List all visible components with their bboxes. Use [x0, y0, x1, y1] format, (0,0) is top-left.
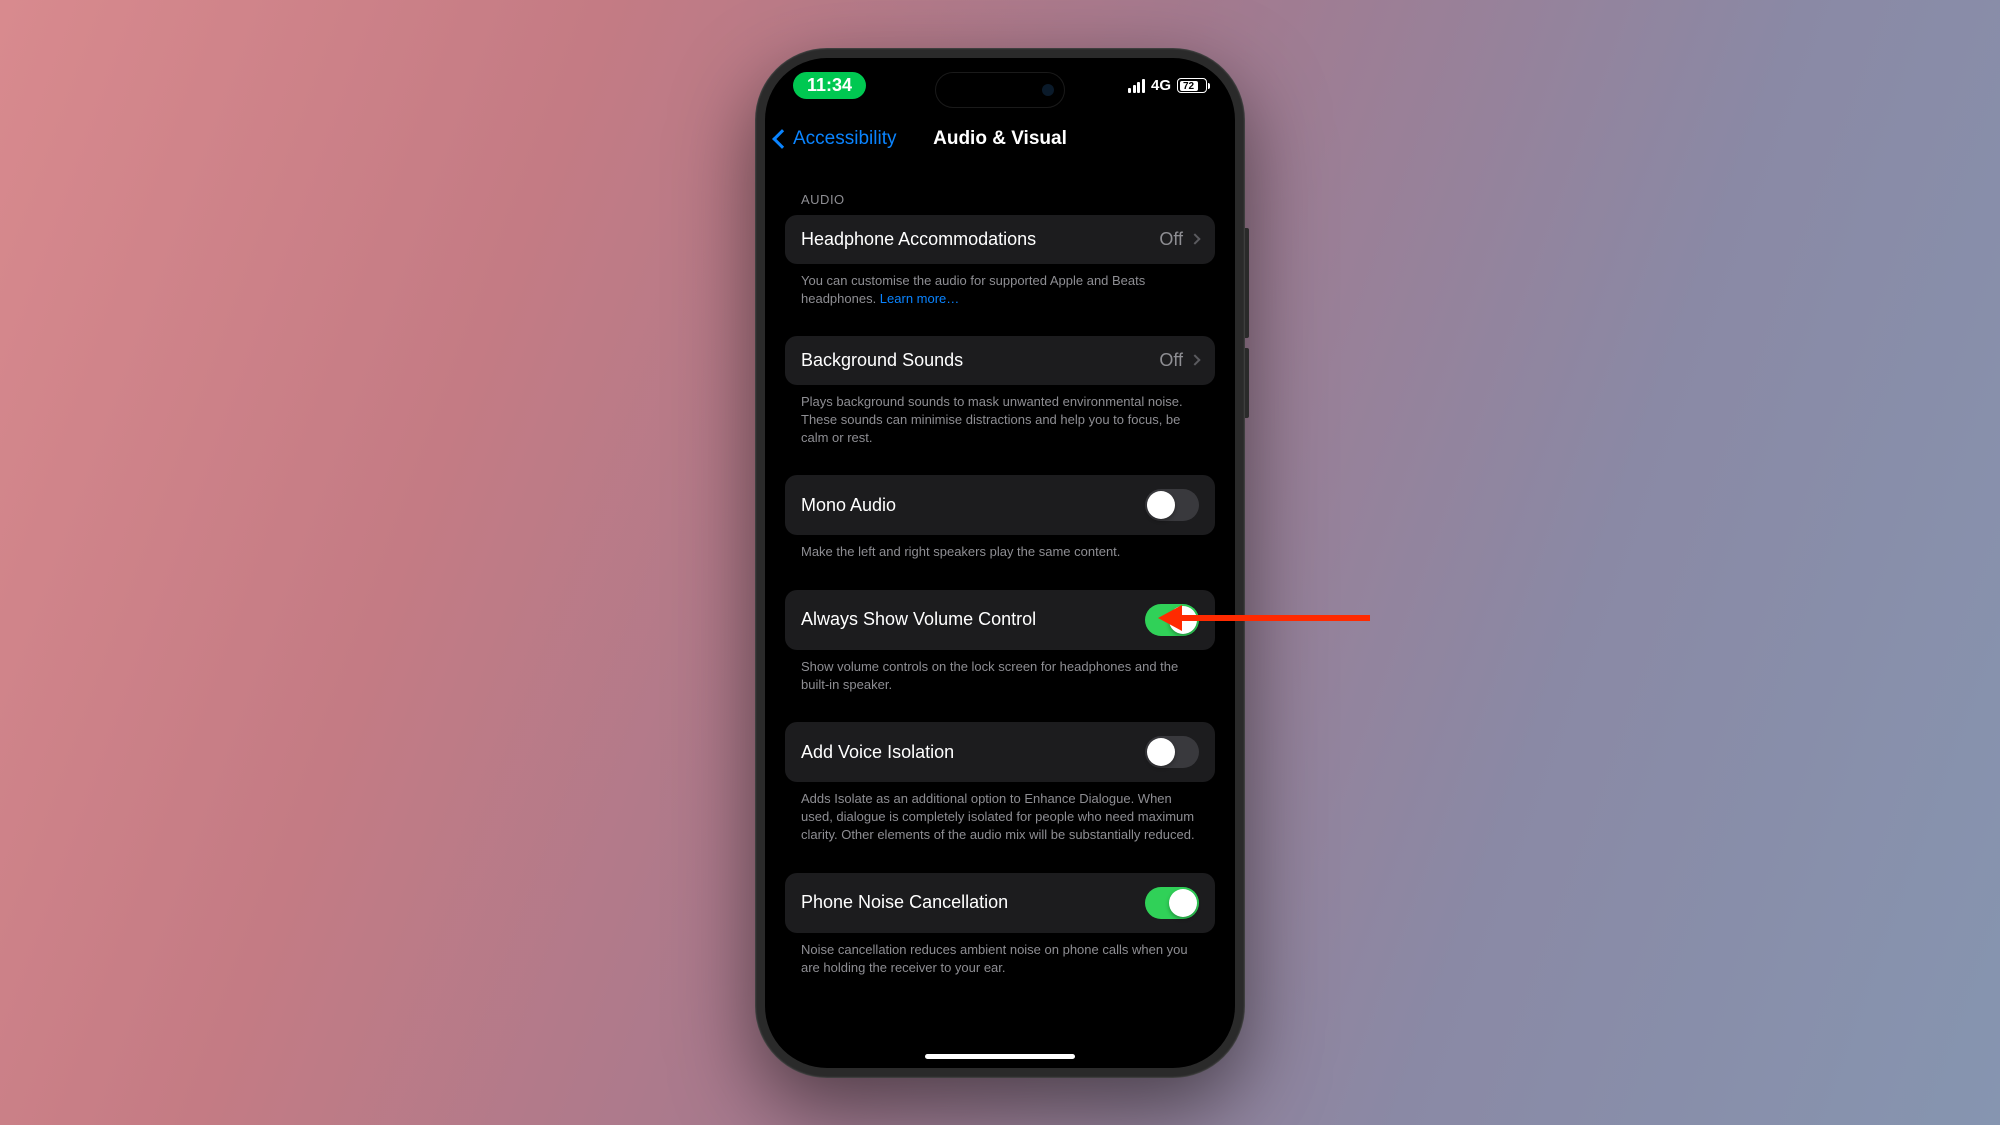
row-mono-audio[interactable]: Mono Audio: [785, 475, 1215, 535]
toggle-add-voice-isolation[interactable]: [1145, 736, 1199, 768]
screen: 11:34 4G 72 Accessibility Audio & Visual…: [765, 58, 1235, 1068]
home-indicator[interactable]: [925, 1054, 1075, 1059]
row-value: Off: [1159, 350, 1183, 371]
row-label: Background Sounds: [801, 350, 963, 371]
toggle-mono-audio[interactable]: [1145, 489, 1199, 521]
row-footer: Show volume controls on the lock screen …: [801, 658, 1199, 694]
row-footer: Plays background sounds to mask unwanted…: [801, 393, 1199, 448]
network-label: 4G: [1151, 77, 1171, 94]
row-footer: Make the left and right speakers play th…: [801, 543, 1199, 561]
row-footer: You can customise the audio for supporte…: [801, 272, 1199, 308]
row-label: Mono Audio: [801, 495, 896, 516]
section-header-audio: AUDIO: [801, 192, 1199, 207]
row-add-voice-isolation[interactable]: Add Voice Isolation: [785, 722, 1215, 782]
row-headphone-accommodations[interactable]: Headphone Accommodations Off: [785, 215, 1215, 264]
row-label: Headphone Accommodations: [801, 229, 1036, 250]
signal-icon: [1128, 79, 1145, 93]
row-label: Phone Noise Cancellation: [801, 892, 1008, 913]
row-footer: Adds Isolate as an additional option to …: [801, 790, 1199, 845]
chevron-right-icon: [1189, 233, 1200, 244]
row-value-group: Off: [1159, 229, 1199, 250]
row-label: Always Show Volume Control: [801, 609, 1036, 630]
battery-percent: 72: [1180, 81, 1198, 93]
status-right: 4G 72: [1128, 77, 1207, 94]
row-phone-noise-cancellation[interactable]: Phone Noise Cancellation: [785, 873, 1215, 933]
nav-bar: Accessibility Audio & Visual: [765, 114, 1235, 164]
status-time[interactable]: 11:34: [793, 72, 866, 99]
row-value: Off: [1159, 229, 1183, 250]
row-label: Add Voice Isolation: [801, 742, 954, 763]
back-label: Accessibility: [793, 128, 896, 150]
battery-icon: 72: [1177, 78, 1207, 93]
front-camera-icon: [1042, 84, 1054, 96]
learn-more-link[interactable]: Learn more…: [880, 291, 959, 306]
row-background-sounds[interactable]: Background Sounds Off: [785, 336, 1215, 385]
row-value-group: Off: [1159, 350, 1199, 371]
chevron-right-icon: [1189, 355, 1200, 366]
row-always-show-volume[interactable]: Always Show Volume Control: [785, 590, 1215, 650]
toggle-phone-noise-cancellation[interactable]: [1145, 887, 1199, 919]
row-footer: Noise cancellation reduces ambient noise…: [801, 941, 1199, 977]
annotation-arrow: [1180, 615, 1370, 621]
phone-frame: 11:34 4G 72 Accessibility Audio & Visual…: [755, 48, 1245, 1078]
chevron-left-icon: [772, 129, 792, 149]
dynamic-island: [935, 72, 1065, 108]
back-button[interactable]: Accessibility: [775, 128, 896, 150]
